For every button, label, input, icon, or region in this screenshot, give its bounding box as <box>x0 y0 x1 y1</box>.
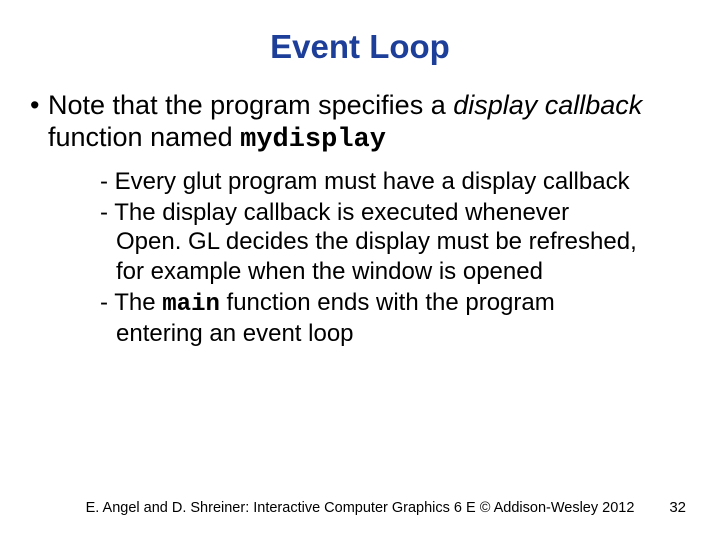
slide-title: Event Loop <box>0 0 720 90</box>
main-bullet-pre: Note that the program specifies a <box>48 90 453 120</box>
main-bullet-mid: function named <box>48 122 240 152</box>
bullet-dot: • <box>30 90 48 122</box>
main-bullet-code: mydisplay <box>240 125 386 155</box>
slide: Event Loop •Note that the program specif… <box>0 0 720 540</box>
footer: E. Angel and D. Shreiner: Interactive Co… <box>0 500 720 516</box>
main-bullet-italic: display callback <box>453 90 642 120</box>
page-number: 32 <box>669 499 686 516</box>
sub-text: The display callback is executed wheneve… <box>114 199 637 285</box>
sub-item: - The display callback is executed whene… <box>100 198 640 286</box>
main-bullet: •Note that the program specifies a displ… <box>0 90 720 157</box>
sub-item: - Every glut program must have a display… <box>100 167 640 196</box>
sub-item: - The main function ends with the progra… <box>100 288 640 349</box>
sub-list: - Every glut program must have a display… <box>0 157 720 349</box>
sub-text: Every glut program must have a display c… <box>115 168 630 195</box>
sub-text: The <box>114 289 162 316</box>
footer-text: E. Angel and D. Shreiner: Interactive Co… <box>0 500 720 516</box>
sub-code: main <box>162 291 220 318</box>
